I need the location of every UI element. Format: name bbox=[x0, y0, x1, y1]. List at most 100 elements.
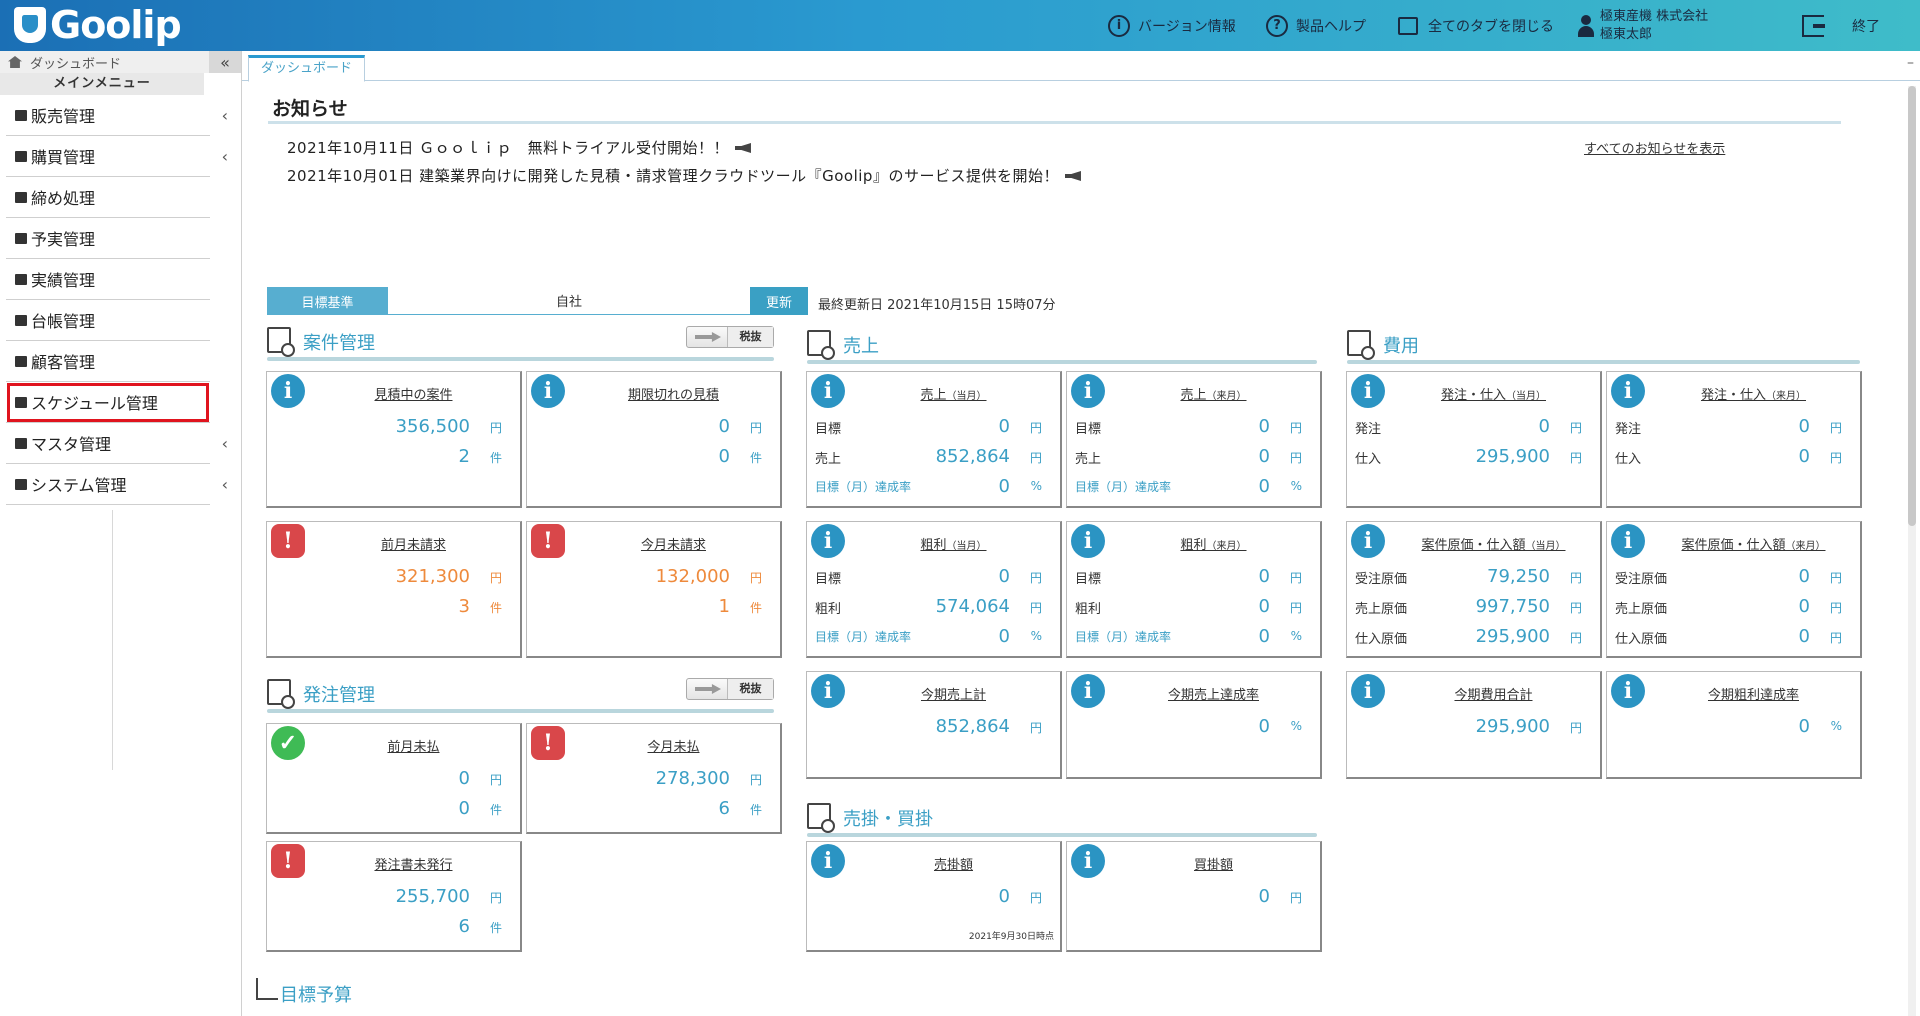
user-info: 極東産機 株式会社 極東太郎 bbox=[1578, 0, 1708, 51]
card-title[interactable]: 前月未払 bbox=[307, 736, 520, 755]
row-label: 仕入 bbox=[1615, 452, 1642, 467]
menu-label: 台帳管理 bbox=[31, 312, 96, 331]
row-label: 目標（月）達成率 bbox=[815, 630, 912, 644]
top-bar: Goolip i バージョン情報 ? 製品ヘルプ 全てのタブを閉じる 極東産機 株式… bbox=[0, 0, 1920, 51]
menu-item-budget[interactable]: 予実管理 bbox=[6, 218, 210, 259]
menu-item-sales[interactable]: 販売管理 ‹ bbox=[6, 95, 228, 136]
show-all-notices-link[interactable]: すべてのお知らせを表示 bbox=[1584, 138, 1725, 157]
card-title[interactable]: 前月未請求 bbox=[307, 534, 520, 553]
menu-item-closing[interactable]: 締め処理 bbox=[6, 177, 210, 218]
notice-text: 2021年10月11日 Ｇｏｏｌｉｐ 無料トライアル受付開始！！ bbox=[287, 139, 729, 157]
card-title[interactable]: 発注書未発行 bbox=[307, 854, 520, 873]
menu-item-purchasing[interactable]: 購買管理 ‹ bbox=[6, 136, 228, 177]
order-cost-row: 受注原価 0 円 bbox=[1607, 566, 1860, 587]
exit-label: 終了 bbox=[1852, 18, 1880, 35]
notice-item[interactable]: 2021年10月11日 Ｇｏｏｌｉｐ 無料トライアル受付開始！！ bbox=[287, 137, 751, 158]
card-title[interactable]: 今期売上計 bbox=[847, 684, 1060, 703]
section-divider bbox=[1347, 360, 1860, 364]
unit: 円 bbox=[1289, 451, 1302, 465]
close-all-tabs-link[interactable]: 全てのタブを閉じる bbox=[1398, 0, 1554, 51]
tab-dashboard[interactable]: ダッシュボード bbox=[248, 55, 366, 82]
exit-icon bbox=[1802, 14, 1825, 37]
row-value: 0 bbox=[1258, 446, 1270, 467]
card-title[interactable]: 期限切れの見積 bbox=[567, 384, 780, 403]
logo-mark-icon bbox=[14, 7, 46, 43]
help-label: 製品ヘルプ bbox=[1296, 18, 1366, 35]
card-title[interactable]: 案件原価・仕入額（来月） bbox=[1647, 534, 1860, 553]
card-estimates: i 見積中の案件 356,500 円 2件 bbox=[266, 371, 522, 508]
breadcrumb-label: ダッシュボード bbox=[30, 56, 122, 72]
card-title[interactable]: 今月未請求 bbox=[567, 534, 780, 553]
chevron-left-icon[interactable]: ‹ bbox=[222, 434, 228, 453]
sidebar-breadcrumb[interactable]: ダッシュボード « bbox=[0, 51, 241, 73]
count-value: 0 bbox=[718, 446, 730, 467]
minimize-button[interactable]: – bbox=[1907, 55, 1914, 71]
unit: 円 bbox=[1029, 451, 1042, 465]
unit: 件 bbox=[489, 601, 502, 615]
help-link[interactable]: ? 製品ヘルプ bbox=[1266, 0, 1366, 51]
card-title[interactable]: 売掛額 bbox=[847, 854, 1060, 873]
count-row: 1件 bbox=[527, 596, 780, 617]
chart-line-icon bbox=[15, 232, 27, 244]
user-icon bbox=[1578, 14, 1594, 37]
row-label: 売上原価 bbox=[1615, 602, 1668, 617]
card-title[interactable]: 発注・仕入（当月） bbox=[1387, 384, 1600, 403]
title-suffix: （来月） bbox=[1206, 391, 1247, 402]
amount-row: 255,700 円 bbox=[267, 886, 520, 907]
update-button[interactable]: 更新 bbox=[750, 287, 808, 315]
card-title[interactable]: 売上（来月） bbox=[1107, 384, 1320, 403]
menu-label: 予実管理 bbox=[31, 230, 96, 249]
card-title[interactable]: 粗利（当月） bbox=[847, 534, 1060, 553]
chevron-left-icon[interactable]: ‹ bbox=[222, 475, 228, 494]
card-title[interactable]: 案件原価・仕入額（当月） bbox=[1387, 534, 1600, 553]
target-basis-select[interactable]: 自社 bbox=[388, 287, 750, 315]
card-title[interactable]: 買掛額 bbox=[1107, 854, 1320, 873]
title-text: 粗利 bbox=[920, 538, 947, 553]
card-title[interactable]: 今月未払 bbox=[567, 736, 780, 755]
menu-item-results[interactable]: 実績管理 bbox=[6, 259, 210, 300]
menu-item-customers[interactable]: 顧客管理 bbox=[6, 341, 210, 382]
row-label: 目標 bbox=[815, 422, 842, 437]
version-info-link[interactable]: i バージョン情報 bbox=[1108, 0, 1236, 51]
tax-toggle[interactable]: 税抜 bbox=[686, 678, 774, 700]
logo-text: Goolip bbox=[50, 3, 182, 47]
row-label: 目標 bbox=[1075, 572, 1102, 587]
row-label: 目標（月）達成率 bbox=[1075, 630, 1172, 644]
menu-item-system[interactable]: システム管理 ‹ bbox=[6, 464, 228, 505]
card-title[interactable]: 発注・仕入（来月） bbox=[1647, 384, 1860, 403]
card-title[interactable]: 今期費用合計 bbox=[1387, 684, 1600, 703]
menu-item-ledger[interactable]: 台帳管理 bbox=[6, 300, 210, 341]
card-title[interactable]: 今期粗利達成率 bbox=[1647, 684, 1860, 703]
folder-icon bbox=[1398, 16, 1418, 35]
amount-row: 0円 bbox=[527, 416, 780, 437]
card-title[interactable]: 今期売上達成率 bbox=[1107, 684, 1320, 703]
chevron-left-icon[interactable]: ‹ bbox=[222, 147, 228, 166]
collapse-sidebar-button[interactable]: « bbox=[209, 51, 241, 73]
card-title[interactable]: 見積中の案件 bbox=[307, 384, 520, 403]
card-title[interactable]: 粗利（来月） bbox=[1107, 534, 1320, 553]
title-suffix: （来月） bbox=[1766, 391, 1806, 402]
section-divider bbox=[807, 360, 1317, 364]
company-name: 極東産機 株式会社 bbox=[1600, 8, 1709, 24]
menu-label: マスタ管理 bbox=[31, 435, 112, 454]
info-icon: i bbox=[1071, 524, 1105, 558]
exit-link[interactable]: 終了 bbox=[1802, 0, 1880, 51]
row-label: 発注 bbox=[1355, 422, 1382, 437]
info-icon: i bbox=[271, 374, 305, 408]
amount-value: 0 bbox=[998, 886, 1010, 907]
card-gross-current: i 粗利（当月） 目標 0 円 粗利 574,064 円 目標（月）達成率 0% bbox=[806, 521, 1062, 658]
chevron-left-icon[interactable]: ‹ bbox=[222, 106, 228, 125]
amount-row: 0円 bbox=[1067, 886, 1320, 907]
row-label: 目標（月）達成率 bbox=[1075, 480, 1172, 494]
amount-value: 852,864 bbox=[935, 716, 1010, 737]
row-label: 仕入原価 bbox=[1615, 632, 1668, 647]
title-text: 案件原価・仕入額 bbox=[1421, 538, 1526, 553]
notice-item[interactable]: 2021年10月01日 建築業界向けに開発した見積・請求管理クラウドツール『Go… bbox=[287, 165, 1081, 186]
goolip-logo[interactable]: Goolip bbox=[14, 3, 182, 47]
title-text: 売上 bbox=[920, 388, 947, 403]
tax-toggle[interactable]: 税抜 bbox=[686, 326, 774, 348]
menu-item-master[interactable]: マスタ管理 ‹ bbox=[6, 423, 228, 464]
rate-row: 0% bbox=[1067, 716, 1320, 737]
menu-item-schedule[interactable]: スケジュール管理 bbox=[6, 382, 210, 423]
card-title[interactable]: 売上（当月） bbox=[847, 384, 1060, 403]
